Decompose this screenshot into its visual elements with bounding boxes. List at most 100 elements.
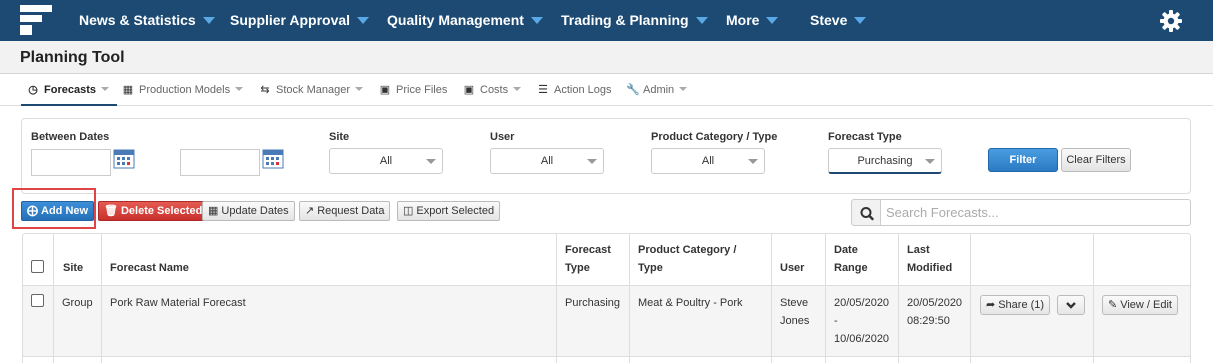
nav-trading-planning[interactable]: Trading & Planning [561, 0, 708, 41]
caret-down-icon [202, 16, 215, 24]
plus-circle-icon: ⨁ [27, 205, 38, 217]
tab-admin[interactable]: 🔧 Admin [626, 74, 688, 106]
site-select[interactable]: All [329, 148, 443, 174]
filter-panel: Between Dates Site All User All Product … [21, 118, 1191, 194]
header-last-modified[interactable]: Last Modified [907, 241, 952, 277]
nav-supplier-approval[interactable]: Supplier Approval [230, 0, 370, 41]
cell-modified-time: 08:29:50 [907, 315, 950, 327]
header-forecast-type-line2: Type [565, 262, 590, 274]
date-from-input[interactable] [31, 149, 111, 176]
nav-label: News & Statistics [79, 12, 196, 28]
nav-quality-management[interactable]: Quality Management [387, 0, 543, 41]
share-button[interactable]: ➦ Share (1) [980, 295, 1051, 315]
wrench-icon: 🔧 [626, 84, 640, 96]
caret-down-icon [426, 159, 436, 164]
header-user[interactable]: User [780, 259, 804, 277]
view-edit-button[interactable]: ✎ View / Edit [1102, 295, 1178, 315]
cell-date-to: 10/06/2020 [834, 333, 890, 345]
user-label: User [490, 131, 515, 143]
nav-user-menu[interactable]: Steve [810, 0, 867, 41]
header-date-range[interactable]: Date Range [834, 241, 868, 277]
column-divider [898, 233, 899, 363]
nav-label: Steve [810, 12, 848, 28]
export-selected-button[interactable]: ◫ Export Selected [397, 201, 501, 221]
caret-down-icon [766, 16, 779, 24]
filter-button[interactable]: Filter [988, 148, 1058, 172]
delete-selected-button[interactable]: 🗑 Delete Selected [98, 201, 209, 221]
search-button[interactable] [851, 199, 881, 226]
export-selected-label: Export Selected [416, 205, 495, 217]
header-forecast-name[interactable]: Forecast Name [110, 259, 189, 277]
column-divider [101, 233, 102, 363]
list-icon: ☰ [538, 84, 548, 96]
header-divider [22, 285, 1191, 286]
header-product-category[interactable]: Product Category / Type [638, 241, 736, 277]
header-forecast-type[interactable]: Forecast Type [565, 241, 611, 277]
search-input[interactable] [880, 199, 1191, 226]
cell-user-line1: Steve [780, 297, 809, 309]
header-product-category-line2: Type [638, 262, 663, 274]
external-link-icon: ↗ [305, 205, 315, 217]
user-select-value: All [540, 155, 554, 167]
cell-user: Steve Jones [780, 294, 809, 330]
header-last-modified-line1: Last [907, 244, 930, 256]
calendar-icon[interactable] [262, 147, 284, 169]
excel-file-icon: ◫ [403, 205, 414, 217]
cell-forecast-type: Purchasing [565, 297, 621, 309]
cell-forecast-name: Pork Raw Material Forecast [110, 297, 246, 309]
cell-product-category: Meat & Poultry - Pork [638, 297, 743, 309]
header-site[interactable]: Site [63, 259, 83, 277]
column-divider [53, 233, 54, 363]
caret-down-icon [235, 87, 244, 92]
select-all-checkbox[interactable] [31, 260, 44, 273]
clock-icon: ◷ [28, 84, 38, 96]
clear-filters-button[interactable]: Clear Filters [1061, 148, 1131, 172]
tab-label: Price Files [396, 84, 448, 96]
update-dates-button[interactable]: ▦ Update Dates [202, 201, 295, 221]
between-dates-label: Between Dates [31, 131, 110, 143]
nav-label: More [726, 12, 760, 28]
nav-label: Trading & Planning [561, 12, 689, 28]
update-dates-label: Update Dates [221, 205, 289, 217]
caret-down-icon [695, 16, 708, 24]
add-new-button[interactable]: ⨁ Add New [21, 201, 95, 221]
tab-forecasts[interactable]: ◷ Forecasts [21, 74, 117, 106]
caret-down-icon [854, 16, 867, 24]
tab-action-logs[interactable]: ☰ Action Logs [537, 74, 611, 106]
tab-production-models[interactable]: ▦ Production Models [122, 74, 244, 106]
column-divider [825, 233, 826, 363]
date-to-input[interactable] [180, 149, 260, 176]
nav-more[interactable]: More [726, 0, 779, 41]
calendar-icon[interactable] [113, 147, 135, 169]
caret-down-icon [587, 159, 597, 164]
caret-down-icon [679, 87, 688, 92]
caret-down-icon [513, 87, 522, 92]
site-label: Site [329, 131, 350, 143]
category-label: Product Category / Type [651, 131, 778, 143]
gear-icon[interactable] [1159, 9, 1183, 33]
cell-date-from: 20/05/2020 [834, 297, 890, 309]
row-checkbox[interactable] [31, 294, 44, 307]
user-select[interactable]: All [490, 148, 604, 174]
column-divider [556, 233, 557, 363]
nav-news-statistics[interactable]: News & Statistics [79, 0, 215, 41]
tab-stock-manager[interactable]: ⇆ Stock Manager [259, 74, 363, 106]
cell-modified-date: 20/05/2020 [907, 297, 963, 309]
cell-date-separator: - [834, 315, 838, 327]
retweet-icon: ⇆ [260, 84, 270, 96]
money-icon: ▣ [463, 84, 475, 96]
share-icon: ➦ [986, 299, 996, 311]
caret-down-icon [748, 159, 758, 164]
forecast-type-select[interactable]: Purchasing [828, 148, 942, 174]
tab-price-files[interactable]: ▣ Price Files [379, 74, 448, 106]
tab-costs[interactable]: ▣ Costs [463, 74, 522, 106]
search-icon [860, 207, 874, 221]
row-options-dropdown[interactable] [1057, 295, 1085, 315]
logo-icon[interactable] [20, 5, 52, 35]
category-select[interactable]: All [651, 148, 765, 174]
tab-label: Admin [643, 84, 675, 96]
money-icon: ▣ [379, 84, 391, 96]
chevron-down-icon [1066, 302, 1076, 309]
header-last-modified-line2: Modified [907, 262, 953, 274]
request-data-button[interactable]: ↗ Request Data [299, 201, 391, 221]
